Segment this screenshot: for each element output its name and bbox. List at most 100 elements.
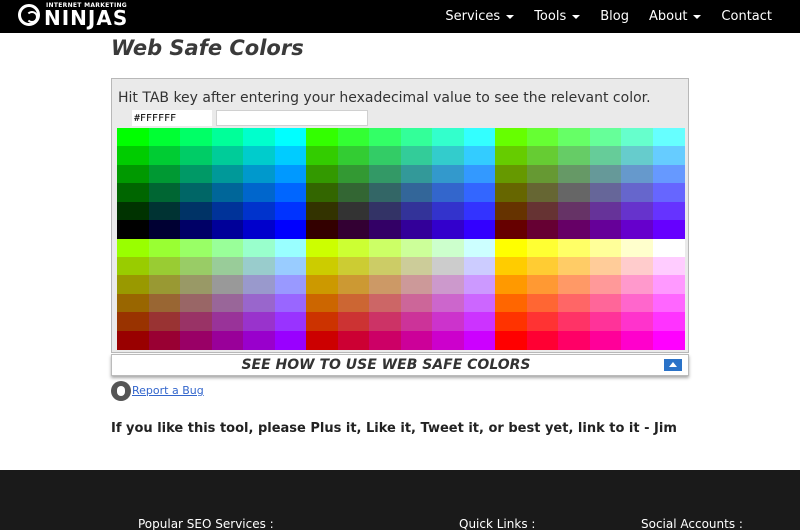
color-swatch[interactable] [400, 238, 433, 258]
color-swatch[interactable] [432, 312, 464, 332]
color-swatch[interactable] [369, 220, 401, 240]
color-swatch[interactable] [495, 128, 527, 147]
color-swatch[interactable] [526, 312, 559, 332]
color-swatch[interactable] [180, 220, 212, 240]
color-swatch[interactable] [180, 128, 212, 147]
color-swatch[interactable] [148, 220, 181, 240]
color-swatch[interactable] [621, 128, 653, 147]
color-swatch[interactable] [495, 330, 527, 350]
color-swatch[interactable] [558, 201, 590, 221]
color-swatch[interactable] [211, 330, 244, 350]
color-swatch[interactable] [180, 201, 212, 221]
nav-tools[interactable]: Tools [534, 9, 581, 24]
color-swatch[interactable] [589, 312, 622, 332]
color-swatch[interactable] [463, 183, 496, 203]
color-swatch[interactable] [558, 238, 590, 258]
color-swatch[interactable] [400, 146, 433, 166]
color-swatch[interactable] [589, 128, 622, 147]
color-swatch[interactable] [243, 293, 275, 313]
color-swatch[interactable] [652, 128, 685, 147]
color-swatch[interactable] [148, 293, 181, 313]
color-swatch[interactable] [211, 238, 244, 258]
color-swatch[interactable] [243, 238, 275, 258]
color-swatch[interactable] [526, 201, 559, 221]
color-swatch[interactable] [652, 183, 685, 203]
color-swatch[interactable] [589, 275, 622, 295]
color-swatch[interactable] [463, 293, 496, 313]
color-swatch[interactable] [400, 128, 433, 147]
color-swatch[interactable] [211, 293, 244, 313]
color-swatch[interactable] [337, 312, 370, 332]
color-swatch[interactable] [432, 330, 464, 350]
color-swatch[interactable] [148, 238, 181, 258]
color-swatch[interactable] [589, 256, 622, 276]
color-swatch[interactable] [369, 312, 401, 332]
color-swatch[interactable] [211, 128, 244, 147]
color-swatch[interactable] [274, 146, 307, 166]
color-swatch[interactable] [400, 220, 433, 240]
color-swatch[interactable] [526, 256, 559, 276]
color-swatch[interactable] [432, 164, 464, 184]
color-swatch[interactable] [148, 330, 181, 350]
color-swatch[interactable] [306, 238, 338, 258]
color-swatch[interactable] [117, 201, 149, 221]
color-swatch[interactable] [369, 183, 401, 203]
color-swatch[interactable] [117, 293, 149, 313]
color-swatch[interactable] [306, 220, 338, 240]
color-swatch[interactable] [306, 164, 338, 184]
color-swatch[interactable] [432, 128, 464, 147]
color-swatch[interactable] [369, 128, 401, 147]
color-swatch[interactable] [243, 201, 275, 221]
color-swatch[interactable] [558, 146, 590, 166]
color-swatch[interactable] [589, 164, 622, 184]
color-swatch[interactable] [148, 128, 181, 147]
color-swatch[interactable] [652, 275, 685, 295]
color-swatch[interactable] [337, 256, 370, 276]
color-swatch[interactable] [306, 128, 338, 147]
color-swatch[interactable] [432, 256, 464, 276]
color-swatch[interactable] [463, 275, 496, 295]
color-swatch[interactable] [148, 164, 181, 184]
color-swatch[interactable] [400, 293, 433, 313]
color-swatch[interactable] [211, 146, 244, 166]
color-swatch[interactable] [148, 275, 181, 295]
color-swatch[interactable] [558, 330, 590, 350]
color-swatch[interactable] [558, 293, 590, 313]
color-swatch[interactable] [369, 330, 401, 350]
color-swatch[interactable] [621, 275, 653, 295]
color-swatch[interactable] [274, 164, 307, 184]
color-swatch[interactable] [274, 312, 307, 332]
color-swatch[interactable] [369, 164, 401, 184]
color-swatch[interactable] [652, 312, 685, 332]
color-swatch[interactable] [211, 312, 244, 332]
color-swatch[interactable] [400, 312, 433, 332]
color-swatch[interactable] [621, 293, 653, 313]
color-swatch[interactable] [558, 256, 590, 276]
color-swatch[interactable] [306, 146, 338, 166]
color-swatch[interactable] [148, 312, 181, 332]
color-swatch[interactable] [495, 293, 527, 313]
color-swatch[interactable] [306, 256, 338, 276]
color-swatch[interactable] [432, 220, 464, 240]
color-swatch[interactable] [180, 312, 212, 332]
color-swatch[interactable] [558, 220, 590, 240]
color-swatch[interactable] [274, 256, 307, 276]
nav-services[interactable]: Services [445, 9, 515, 24]
report-bug-link[interactable]: Report a Bug [132, 384, 204, 397]
color-swatch[interactable] [243, 256, 275, 276]
color-swatch[interactable] [652, 256, 685, 276]
hex-input[interactable] [132, 110, 212, 126]
color-swatch[interactable] [274, 330, 307, 350]
color-swatch[interactable] [558, 275, 590, 295]
color-swatch[interactable] [621, 164, 653, 184]
color-swatch[interactable] [432, 146, 464, 166]
color-swatch[interactable] [400, 275, 433, 295]
color-swatch[interactable] [589, 183, 622, 203]
color-swatch[interactable] [274, 128, 307, 147]
color-swatch[interactable] [369, 201, 401, 221]
color-swatch[interactable] [463, 256, 496, 276]
color-swatch[interactable] [148, 146, 181, 166]
color-swatch[interactable] [652, 220, 685, 240]
color-swatch[interactable] [274, 293, 307, 313]
color-swatch[interactable] [526, 275, 559, 295]
